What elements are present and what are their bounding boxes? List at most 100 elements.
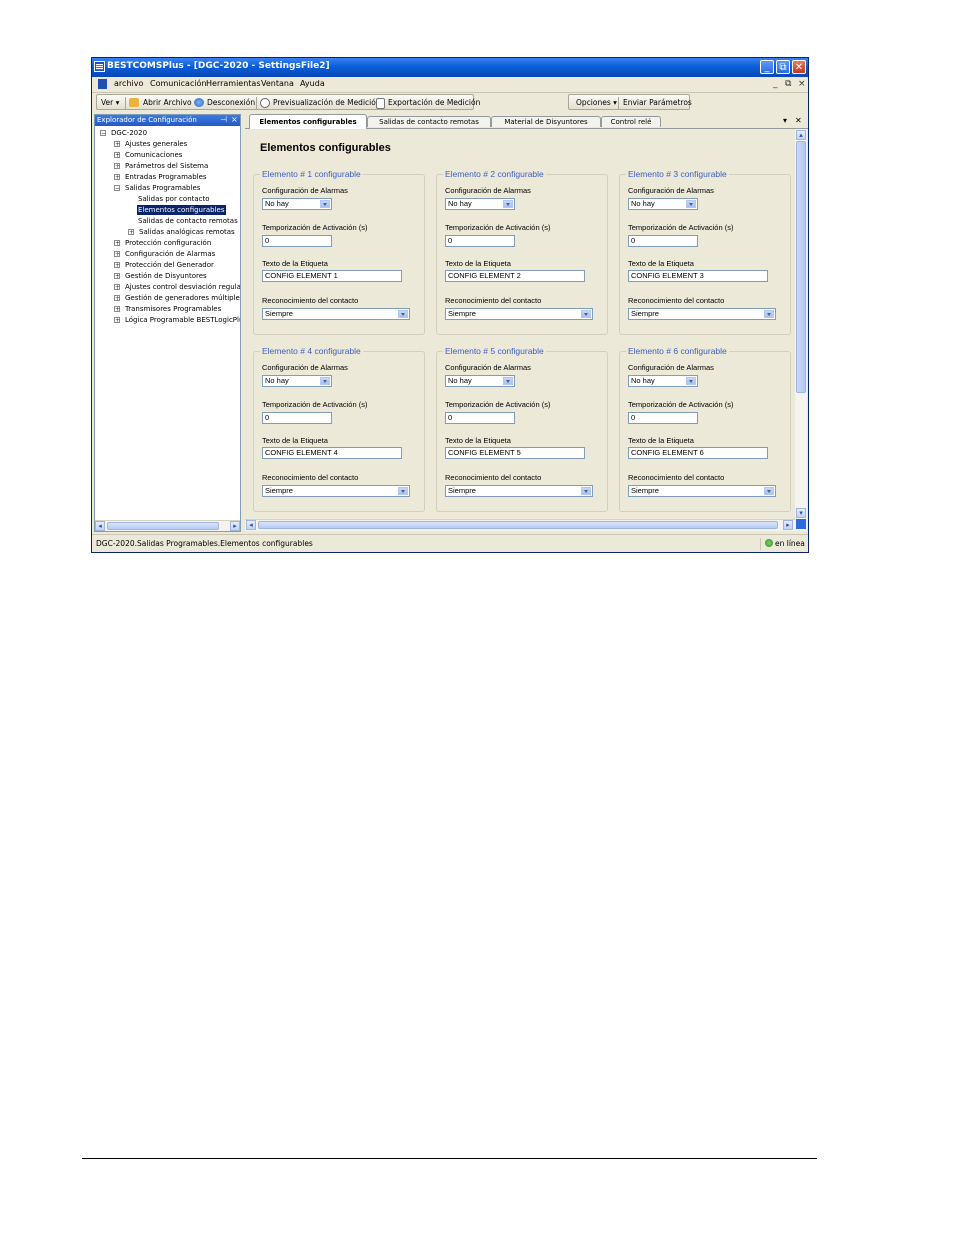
menu-herramientas[interactable]: Herramientas <box>206 79 261 88</box>
chevron-down-icon[interactable] <box>398 310 408 318</box>
tree-item-configuracion-alarmas[interactable]: Configuración de Alarmas <box>125 249 215 259</box>
chevron-down-icon[interactable] <box>320 377 330 385</box>
expand-icon[interactable]: + <box>128 229 134 236</box>
chevron-down-icon[interactable] <box>581 310 591 318</box>
expand-icon[interactable]: + <box>114 317 120 324</box>
tree-item-ajustes-control-desviacion[interactable]: Ajustes control desviación regulad <box>125 282 240 292</box>
horizontal-scroll-thumb[interactable] <box>258 521 778 529</box>
tree-root-dgc2020[interactable]: DGC-2020 <box>111 128 147 138</box>
expand-icon[interactable]: + <box>114 262 120 269</box>
contact-ack-select[interactable]: Siempre <box>445 308 593 320</box>
options-button[interactable]: Opciones ▾ <box>576 98 617 107</box>
alarm-config-select[interactable]: No hay <box>628 198 698 210</box>
ver-button[interactable]: Ver ▾ <box>101 98 119 107</box>
menu-archivo[interactable]: archivo <box>114 79 143 88</box>
tree-item-elementos-configurables[interactable]: Elementos configurables <box>137 205 226 215</box>
close-button[interactable]: ✕ <box>792 60 806 74</box>
menu-ventana[interactable]: Ventana <box>261 79 294 88</box>
label-text-input[interactable]: CONFIG ELEMENT 3 <box>628 270 768 282</box>
scroll-down-button[interactable]: ▾ <box>796 508 806 518</box>
expand-icon[interactable]: + <box>114 240 120 247</box>
chevron-down-icon[interactable] <box>503 200 513 208</box>
tree-item-salidas-contacto-remotas[interactable]: Salidas de contacto remotas <box>138 216 238 226</box>
label-text-input[interactable]: CONFIG ELEMENT 2 <box>445 270 585 282</box>
explorer-horizontal-scrollbar[interactable]: ◂ ▸ <box>95 520 240 531</box>
restore-button[interactable]: ⧉ <box>776 60 790 74</box>
preview-metering-button[interactable]: Previsualización de Medición <box>273 98 381 107</box>
chevron-down-icon[interactable] <box>764 310 774 318</box>
vertical-scroll-thumb[interactable] <box>796 141 806 393</box>
tab-salidas-contacto-remotas[interactable]: Salidas de contacto remotas <box>367 116 491 127</box>
activation-delay-input[interactable]: 0 <box>262 412 332 424</box>
tab-control-rele[interactable]: Control relé <box>601 116 661 127</box>
alarm-config-select[interactable]: No hay <box>628 375 698 387</box>
menu-ayuda[interactable]: Ayuda <box>300 79 325 88</box>
chevron-down-icon[interactable] <box>398 487 408 495</box>
export-metering-button[interactable]: Exportación de Medición <box>388 98 480 107</box>
tree-item-salidas-analogicas-remotas[interactable]: Salidas analógicas remotas <box>139 227 235 237</box>
label-text-input[interactable]: CONFIG ELEMENT 5 <box>445 447 585 459</box>
minimize-button[interactable]: _ <box>760 60 774 74</box>
chevron-down-icon[interactable] <box>686 377 696 385</box>
contact-ack-select[interactable]: Siempre <box>262 308 410 320</box>
menu-comunicacion[interactable]: Comunicación <box>150 79 207 88</box>
scroll-right-button[interactable]: ▸ <box>230 521 240 531</box>
mdi-restore-button[interactable]: ⧉ <box>785 79 791 89</box>
tree-item-proteccion-configuracion[interactable]: Protección configuración <box>125 238 211 248</box>
activation-delay-input[interactable]: 0 <box>445 235 515 247</box>
label-text-input[interactable]: CONFIG ELEMENT 1 <box>262 270 402 282</box>
tree-item-salidas-programables[interactable]: Salidas Programables <box>125 183 200 193</box>
expand-icon[interactable]: + <box>114 306 120 313</box>
tree-item-transmisores-programables[interactable]: Transmisores Programables <box>125 304 221 314</box>
title-bar[interactable]: BESTCOMSPlus - [DGC-2020 - SettingsFile2… <box>92 58 808 77</box>
tree-item-gestion-generadores[interactable]: Gestión de generadores múltiples <box>125 293 240 303</box>
close-explorer-button[interactable]: × <box>231 115 238 124</box>
collapse-icon[interactable]: − <box>100 130 106 137</box>
contact-ack-select[interactable]: Siempre <box>445 485 593 497</box>
expand-icon[interactable]: + <box>114 174 120 181</box>
alarm-config-select[interactable]: No hay <box>262 198 332 210</box>
scroll-thumb[interactable] <box>107 522 219 530</box>
alarm-config-select[interactable]: No hay <box>445 375 515 387</box>
label-text-input[interactable]: CONFIG ELEMENT 6 <box>628 447 768 459</box>
activation-delay-input[interactable]: 0 <box>628 412 698 424</box>
scroll-up-button[interactable]: ▴ <box>796 130 806 140</box>
send-settings-button[interactable]: Enviar Parámetros <box>623 98 692 107</box>
expand-icon[interactable]: + <box>114 251 120 258</box>
contact-ack-select[interactable]: Siempre <box>628 485 776 497</box>
chevron-down-icon[interactable] <box>320 200 330 208</box>
scroll-left-button[interactable]: ◂ <box>95 521 105 531</box>
close-tab-button[interactable]: ✕ <box>795 116 802 125</box>
tab-material-disyuntores[interactable]: Material de Disyuntores <box>491 116 601 127</box>
expand-icon[interactable]: + <box>114 273 120 280</box>
expand-icon[interactable]: + <box>114 284 120 291</box>
chevron-down-icon[interactable] <box>581 487 591 495</box>
expand-icon[interactable]: + <box>114 163 120 170</box>
scroll-left-button[interactable]: ◂ <box>246 520 256 530</box>
tree-item-comunicaciones[interactable]: Comunicaciones <box>125 150 182 160</box>
activation-delay-input[interactable]: 0 <box>445 412 515 424</box>
open-file-button[interactable]: Abrir Archivo <box>143 98 192 107</box>
label-text-input[interactable]: CONFIG ELEMENT 4 <box>262 447 402 459</box>
expand-icon[interactable]: + <box>114 152 120 159</box>
tree-item-parametros-sistema[interactable]: Parámetros del Sistema <box>125 161 208 171</box>
expand-icon[interactable]: + <box>114 141 120 148</box>
activation-delay-input[interactable]: 0 <box>628 235 698 247</box>
contact-ack-select[interactable]: Siempre <box>628 308 776 320</box>
tree-item-gestion-disyuntores[interactable]: Gestión de Disyuntores <box>125 271 207 281</box>
contact-ack-select[interactable]: Siempre <box>262 485 410 497</box>
tree-item-ajustes-generales[interactable]: Ajustes generales <box>125 139 187 149</box>
alarm-config-select[interactable]: No hay <box>262 375 332 387</box>
collapse-icon[interactable]: − <box>114 185 120 192</box>
tab-list-button[interactable]: ▾ <box>783 116 787 125</box>
alarm-config-select[interactable]: No hay <box>445 198 515 210</box>
tree-item-proteccion-generador[interactable]: Protección del Generador <box>125 260 214 270</box>
vertical-scrollbar[interactable]: ▴ ▾ <box>795 129 807 531</box>
pin-icon[interactable]: ⊣ <box>220 115 227 124</box>
tree-item-logica-programable[interactable]: Lógica Programable BESTLogicPlus <box>125 315 240 325</box>
mdi-minimize-button[interactable]: _ <box>773 79 778 89</box>
horizontal-scrollbar[interactable]: ◂ ▸ <box>245 519 795 531</box>
disconnect-button[interactable]: Desconexión <box>207 98 255 107</box>
chevron-down-icon[interactable] <box>686 200 696 208</box>
tab-elementos-configurables[interactable]: Elementos configurables <box>249 114 367 129</box>
